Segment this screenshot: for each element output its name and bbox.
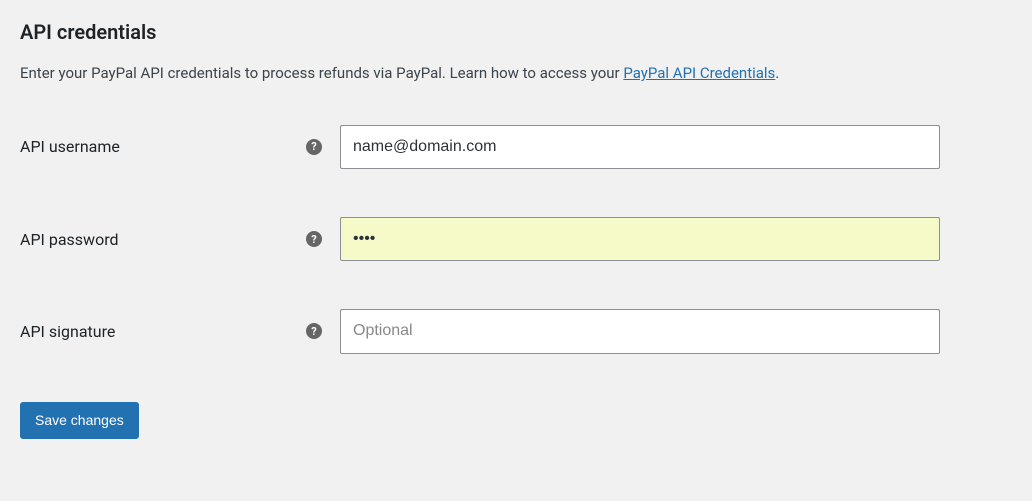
api-password-label-cell: API password ? xyxy=(20,230,340,249)
section-description: Enter your PayPal API credentials to pro… xyxy=(20,62,1012,85)
api-password-label: API password xyxy=(20,230,119,249)
help-icon[interactable]: ? xyxy=(306,323,322,339)
help-icon[interactable]: ? xyxy=(306,139,322,155)
api-signature-input[interactable] xyxy=(340,309,940,353)
description-text-suffix: . xyxy=(775,64,779,82)
submit-row: Save changes xyxy=(20,402,1012,440)
api-signature-input-cell xyxy=(340,309,940,353)
api-username-input-cell xyxy=(340,125,940,169)
api-password-input-cell xyxy=(340,217,940,261)
api-username-label: API username xyxy=(20,137,120,156)
api-signature-label-cell: API signature ? xyxy=(20,322,340,341)
api-username-input[interactable] xyxy=(340,125,940,169)
api-password-row: API password ? xyxy=(20,217,1012,261)
paypal-api-credentials-link[interactable]: PayPal API Credentials xyxy=(623,64,775,82)
api-password-input[interactable] xyxy=(340,217,940,261)
help-icon[interactable]: ? xyxy=(306,231,322,247)
description-text-prefix: Enter your PayPal API credentials to pro… xyxy=(20,64,623,82)
api-signature-row: API signature ? xyxy=(20,309,1012,353)
section-title: API credentials xyxy=(20,20,1012,44)
api-username-row: API username ? xyxy=(20,125,1012,169)
api-username-label-cell: API username ? xyxy=(20,137,340,156)
save-changes-button[interactable]: Save changes xyxy=(20,402,139,440)
api-signature-label: API signature xyxy=(20,322,115,341)
credentials-form: API username ? API password ? API signat… xyxy=(20,125,1012,440)
